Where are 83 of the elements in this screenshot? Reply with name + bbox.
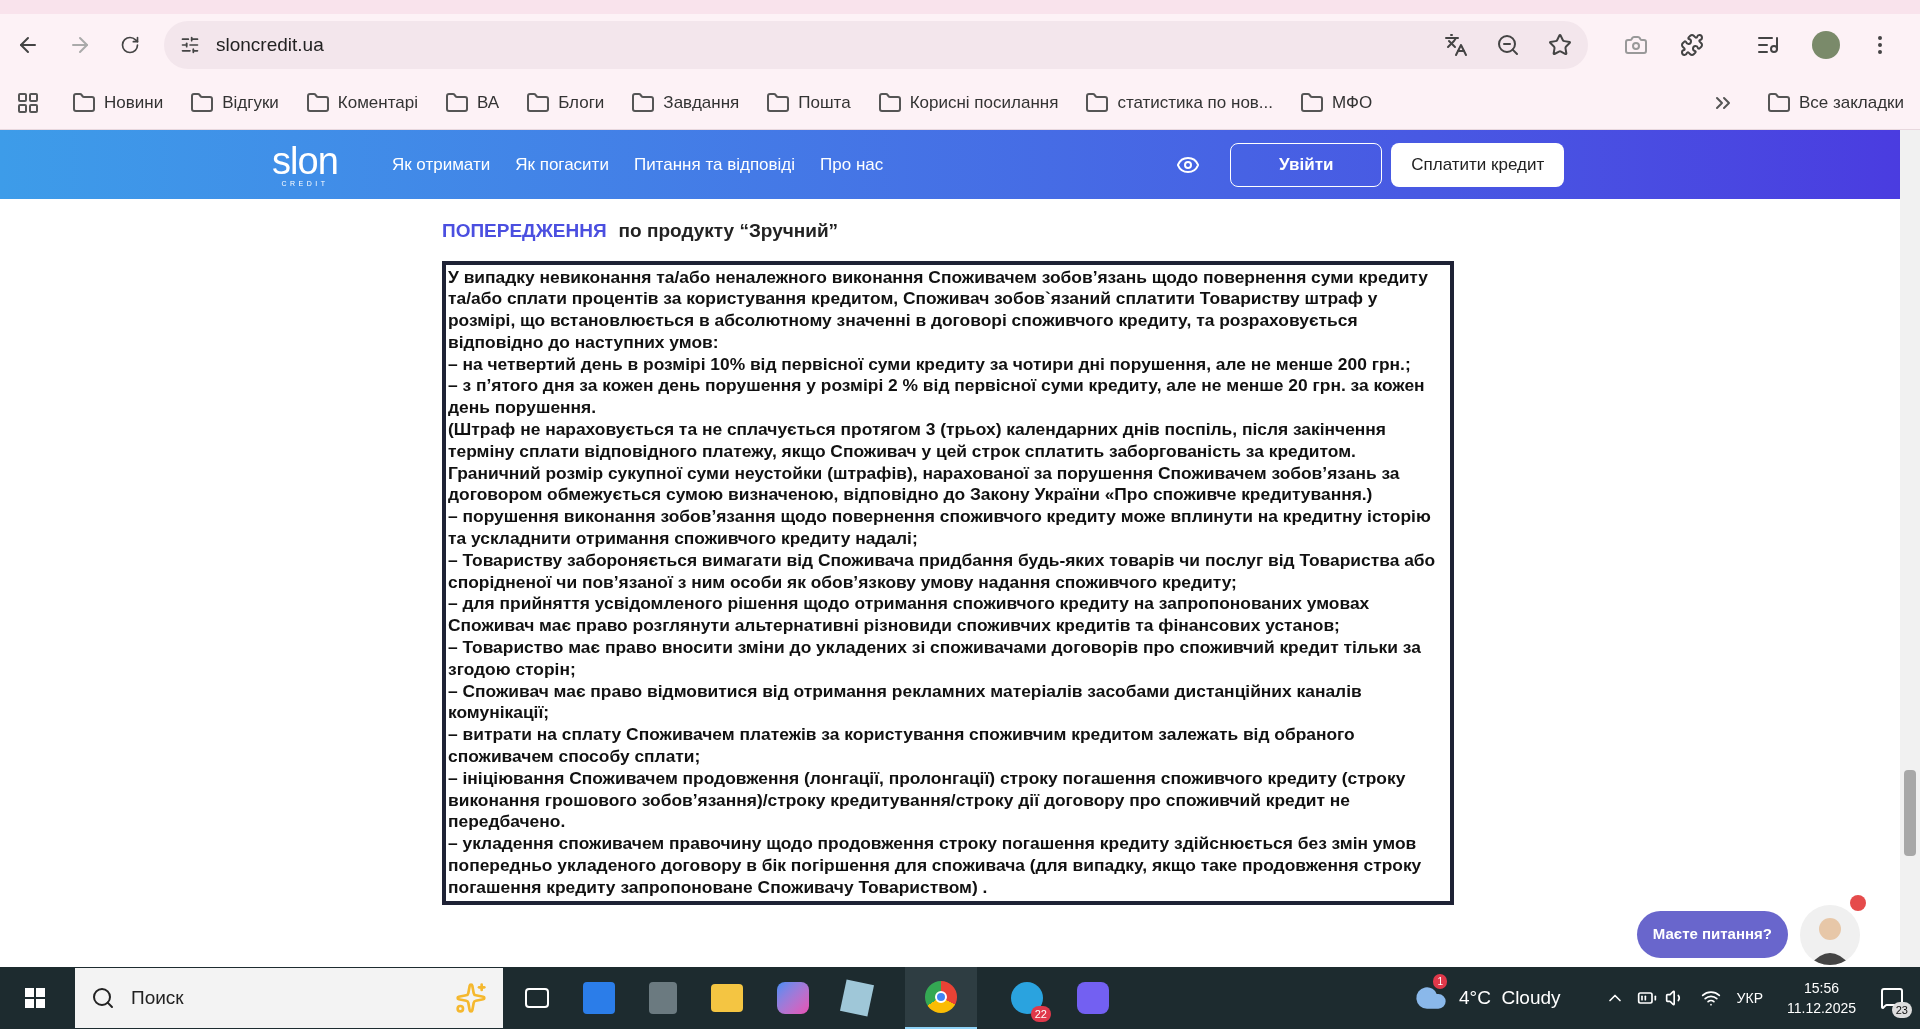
extensions-icon[interactable] xyxy=(1680,33,1704,57)
folder-icon xyxy=(305,90,330,115)
warning-paragraph: – Товариство має право вносити зміни до укладених зі споживачами договорів про споживчий кредит тільки за згодою сторін; xyxy=(448,637,1422,681)
badge: 1 xyxy=(1433,974,1447,989)
warning-paragraph: – Товариству забороняється вимагати від Споживача придбання будь-яких товарів чи послуг від Товариства або спорідненої чи пов’язаної з ним особи як обов’язкову умову надання споживчого кредиту; xyxy=(448,549,1437,594)
taskbar-search[interactable]: Поиск xyxy=(75,968,503,1028)
bookmark-label: Завдання xyxy=(663,91,740,114)
bookmark-folder[interactable]: статистика по нов... xyxy=(1085,89,1274,116)
chat-bubble[interactable]: Маєте питання? xyxy=(1636,911,1788,958)
bookmark-folder[interactable]: МФО xyxy=(1300,89,1373,116)
bookmark-label: Новини xyxy=(104,91,164,114)
profile-avatar[interactable] xyxy=(1812,31,1840,59)
search-placeholder: Поиск xyxy=(131,985,185,1010)
nav-link[interactable]: Питання та відповіді xyxy=(633,151,796,178)
warning-paragraph: – витрати на сплату Споживачем платежів за користування споживчим кредитом залежать від обраного споживачем способу сплати; xyxy=(448,724,1356,768)
warning-paragraph: – укладення споживачем правочину щодо продовження строку погашення кредиту здійснюється без змін умов попередньо укладеного договору в бік погіршення для споживача (для випадку, якщо таке продовження строку погашення кредиту запропоноване Споживачу Товариством) . xyxy=(448,833,1423,899)
sparkle-icon xyxy=(455,982,487,1014)
reload-icon[interactable] xyxy=(120,35,140,55)
bookmark-folder[interactable]: Завдання xyxy=(631,89,740,116)
bookmark-label: статистика по нов... xyxy=(1117,91,1274,114)
copilot-icon[interactable] xyxy=(777,982,809,1014)
pay-button[interactable]: Сплатити кредит xyxy=(1391,142,1565,187)
warning-paragraph: – для прийняття усвідомленого рішення щодо отримання споживчого кредиту на запропонованих умовах Споживач має право розглянути альтернативні різновиди споживчих кредитів та фінансових установ; xyxy=(448,593,1371,638)
language-indicator[interactable]: УКР xyxy=(1736,987,1763,1009)
notes-icon[interactable] xyxy=(840,979,874,1017)
bookmark-label: ВА xyxy=(477,91,500,114)
warning-title: ПОПЕРЕДЖЕННЯ xyxy=(442,219,607,243)
bookmark-label: Все закладки xyxy=(1798,91,1904,114)
warning-paragraph: Граничний розмір сукупної суми неустойки (штрафів), нарахованої за порушення Споживачем зобов’язань за договором обмежується сумою визначеною, відповідно до Закону України «Про споживче кредитування.) xyxy=(448,462,1401,507)
folder-icon xyxy=(877,90,902,115)
login-button[interactable]: Увійти xyxy=(1230,142,1383,187)
folder-icon xyxy=(631,90,656,115)
translate-icon[interactable] xyxy=(1444,33,1468,57)
viber-icon[interactable] xyxy=(1077,982,1109,1014)
warning-paragraph: (Штраф не нараховується та не сплачується протягом 3 (трьох) календарних днів поспіль, після закінчення терміну сплати відповідного платежу, якщо Споживач у цей строк сплатить заборгованість за кредитом. xyxy=(448,419,1387,463)
weather-text[interactable]: 4°C Cloudy xyxy=(1459,983,1561,1013)
clock-date[interactable]: 11.12.2025 xyxy=(1786,998,1856,1018)
bookmark-label: Відгуки xyxy=(222,91,279,114)
clock-time[interactable]: 15:56 xyxy=(1803,978,1839,998)
url-text: sloncredit.ua xyxy=(216,32,325,57)
bookmark-label: МФО xyxy=(1332,91,1373,114)
bookmark-folder[interactable]: Блоги xyxy=(526,89,605,116)
bookmark-folder[interactable]: Відгуки xyxy=(190,89,279,116)
bookmark-folder[interactable]: ВА xyxy=(445,89,500,116)
bookmark-folder[interactable]: Корисні посилання xyxy=(877,89,1059,116)
folder-icon xyxy=(1085,90,1110,115)
bookmark-folder[interactable]: Новини xyxy=(72,89,164,116)
nav-link[interactable]: Про нас xyxy=(820,151,884,178)
bookmark-label: Блоги xyxy=(558,91,605,114)
bookmark-label: Коментарі xyxy=(337,91,418,114)
warning-paragraph: – на четвертий день в розмірі 10% від первісної суми кредиту за чотири дні порушення, але не менше 200 грн.; xyxy=(448,353,1412,376)
wifi-icon[interactable] xyxy=(1700,988,1721,1008)
windows-logo-icon[interactable] xyxy=(25,988,45,1008)
warning-paragraph: У випадку невиконання та/або неналежного виконання Споживачем зобов’язань щодо повернення суми кредиту та/або сплати процентів за користування кредитом, Споживач зобов`язаний сплатити Товариству штраф у розмірі, що встановлюється в абсолютному значенні в договорі споживчого кредиту, та розраховується відповідно до наступних умов: xyxy=(448,266,1429,354)
badge: 23 xyxy=(1891,1001,1912,1018)
camera-icon[interactable] xyxy=(1624,33,1648,57)
nav-link[interactable]: Як отримати xyxy=(391,151,491,178)
folder-icon xyxy=(445,90,469,115)
folder-icon xyxy=(1300,90,1325,115)
warning-paragraph: – Споживач має право відмовитися від отримання рекламних матеріалів засобами дистанційних каналів комунікації; xyxy=(448,680,1363,725)
bookmark-label: Корисні посилання xyxy=(909,91,1059,114)
zoom-icon[interactable] xyxy=(1496,33,1520,57)
folder-icon xyxy=(190,90,215,115)
site-info-icon[interactable] xyxy=(180,35,200,55)
warning-paragraph: – ініціювання Споживачем продовження (лонгації, пролонгації) строку погашення споживчого кредиту (строку виконання грошового зобов’язання)/строку кредитування/строку дії договору про споживчий кредит не передбачено. xyxy=(448,767,1407,834)
bookmark-folder[interactable]: Пошта xyxy=(766,89,851,116)
bookmark-label: Пошта xyxy=(798,91,851,114)
apps-icon[interactable] xyxy=(16,90,40,115)
bookmark-star-icon[interactable] xyxy=(1548,33,1572,57)
task-view-icon[interactable] xyxy=(525,988,549,1008)
warning-paragraph: – порушення виконання зобов’язання щодо повернення споживчого кредиту може вплинути на кредитну історію та ускладнити отримання споживчого кредиту надалі; xyxy=(448,506,1432,550)
search-icon xyxy=(91,986,115,1010)
warning-subtitle: по продукту “Зручний” xyxy=(618,219,839,243)
bookmark-folder[interactable]: Коментарі xyxy=(305,89,418,116)
nav-link[interactable]: Як погасити xyxy=(515,151,609,178)
warning-paragraph: – з п’ятого дня за кожен день порушення у розмірі 2 % від первісної суми кредиту, але не менше 20 грн. за кожен день порушення. xyxy=(448,375,1426,420)
bookmark-folder[interactable]: Все закладки xyxy=(1766,89,1904,116)
address-bar[interactable]: sloncredit.ua xyxy=(164,21,1588,69)
chrome-icon[interactable] xyxy=(925,981,957,1013)
folder-icon xyxy=(1766,90,1791,115)
folder-icon xyxy=(526,90,551,115)
folder-icon xyxy=(766,90,791,115)
folder-icon xyxy=(72,90,96,115)
